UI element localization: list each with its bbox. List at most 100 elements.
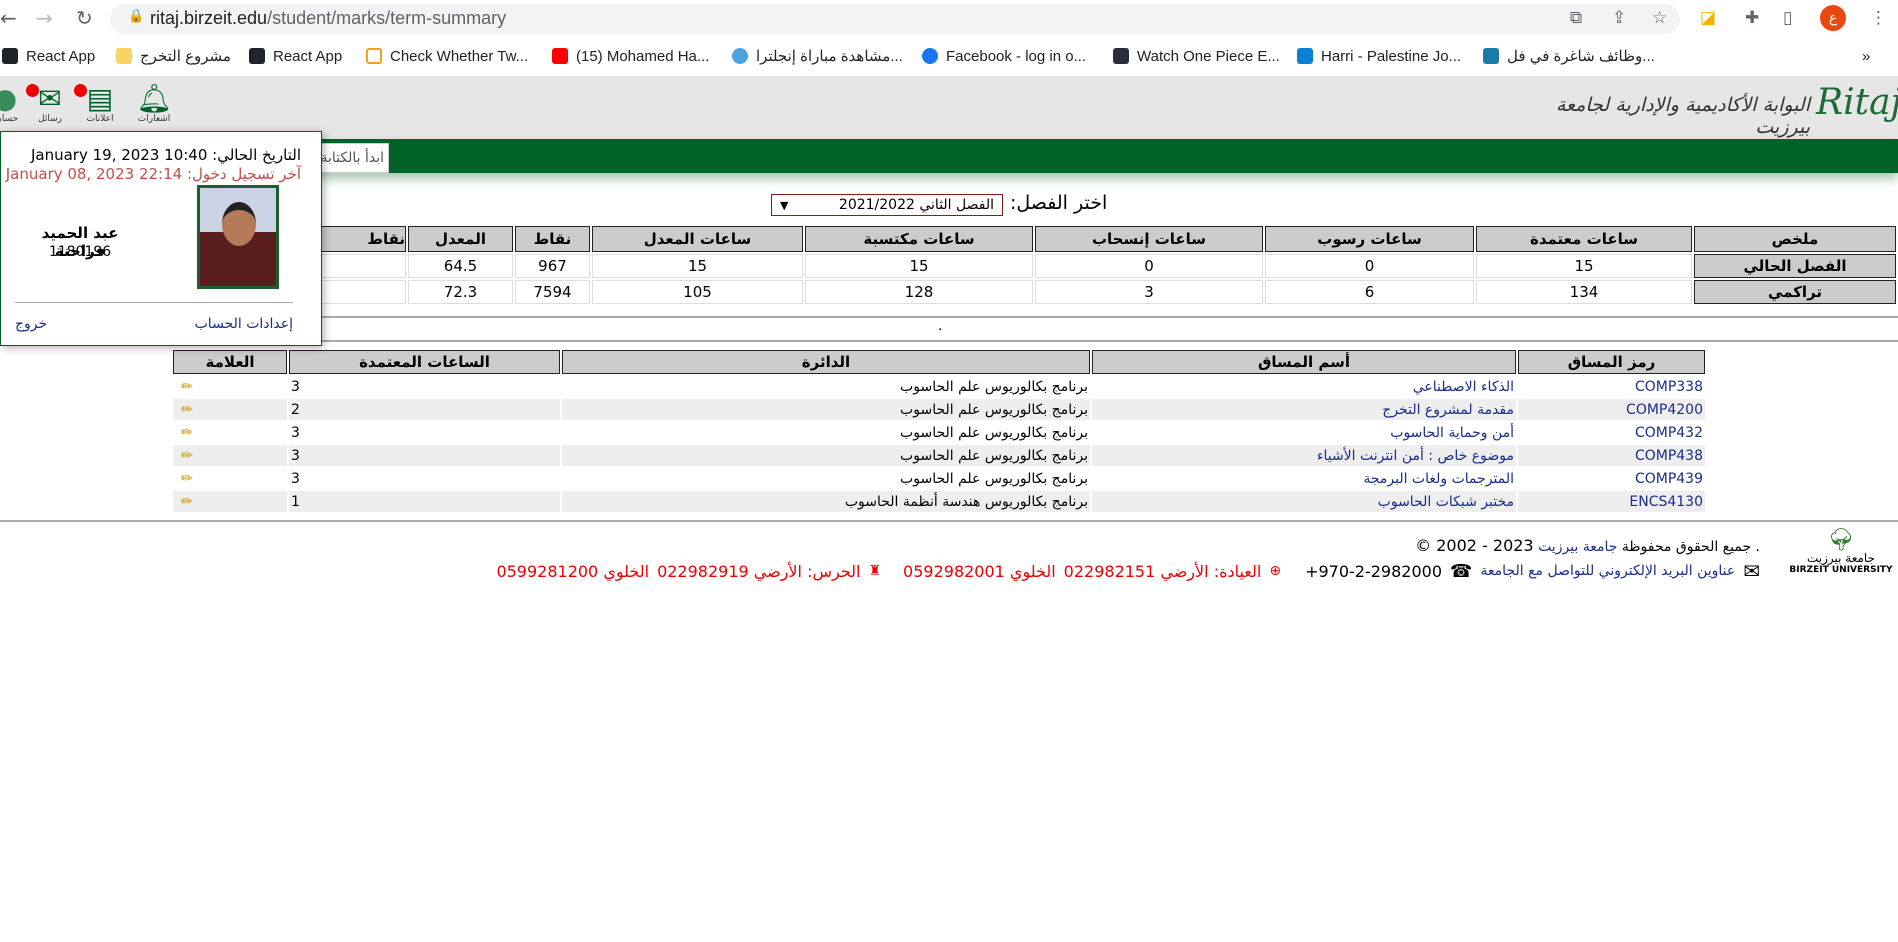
course-hours: 3 xyxy=(291,470,300,487)
account-settings-link[interactable]: إعدادات الحساب xyxy=(195,316,293,332)
column-header: أسم المساق xyxy=(1092,350,1516,374)
edit-pencil-icon[interactable]: ✏ xyxy=(173,468,287,489)
table-row: COMP338 الذكاء الاصطناعي برنامج بكالوريوس … xyxy=(173,376,1705,397)
course-name-link[interactable]: مقدمة لمشروع التخرج xyxy=(1382,402,1514,418)
reload-button[interactable]: ↻ xyxy=(76,6,93,30)
semester-select[interactable]: الفصل الثاني 2021/2022 ▼ xyxy=(771,194,1003,216)
bookmark-label: React App xyxy=(26,47,96,65)
bookmark-item[interactable]: Facebook - log in o... xyxy=(922,44,1086,68)
course-name-link[interactable]: موضوع خاص : أمن انترنت الأشياء xyxy=(1317,448,1514,464)
forward-button[interactable]: → xyxy=(36,6,53,30)
bookmark-item[interactable]: Harri - Palestine Jo... xyxy=(1297,44,1461,68)
course-name-link[interactable]: مختبر شبكات الحاسوب xyxy=(1378,494,1514,510)
course-department: برنامج بكالوريوس هندسة أنظمة الحاسوب xyxy=(562,491,1090,512)
site-icon xyxy=(732,48,748,64)
icon-label: اشعارات xyxy=(137,114,171,124)
facebook-icon xyxy=(922,48,938,64)
menu-icon[interactable]: ⋮ xyxy=(1870,8,1887,28)
edit-pencil-icon[interactable]: ✏ xyxy=(173,376,287,397)
more-bookmarks-button[interactable]: » xyxy=(1862,44,1870,68)
messages-button[interactable]: ✉ رسائل xyxy=(26,84,70,124)
course-name: مقدمة لمشروع التخرج xyxy=(1092,399,1516,420)
divider xyxy=(15,302,293,303)
share-icon[interactable]: ⇪ xyxy=(1612,8,1626,28)
extensions-puzzle-icon[interactable]: ✚ xyxy=(1745,8,1759,28)
course-department: برنامج بكالوريوس علم الحاسوب xyxy=(900,470,1088,487)
course-name-link[interactable]: المترجمات ولغات البرمجة xyxy=(1363,471,1514,487)
courses-header-row: رمز المساق أسم المساق الدائرة الساعات ال… xyxy=(173,350,1705,374)
summary-row-current: الفصل الحالي 15 0 0 15 15 967 64.5 xyxy=(302,254,1896,278)
bookmark-label: Facebook - log in o... xyxy=(946,47,1087,65)
account-button[interactable]: ●حسابي xyxy=(0,82,22,125)
divider xyxy=(300,340,1898,342)
profile-avatar[interactable]: ع xyxy=(1820,5,1846,31)
bookmark-item[interactable]: Watch One Piece E... xyxy=(1113,44,1280,68)
course-code-link[interactable]: COMP438 xyxy=(1635,448,1703,464)
course-code-link[interactable]: COMP4200 xyxy=(1626,402,1703,418)
university-link[interactable]: جامعة بيرزيت xyxy=(1538,539,1617,555)
course-code-link[interactable]: COMP439 xyxy=(1635,471,1703,487)
cell: 15 xyxy=(805,254,1033,278)
edit-pencil-icon[interactable]: ✏ xyxy=(173,491,287,512)
tree-icon: 🌳︎ xyxy=(1827,528,1855,553)
course-hours: 3 xyxy=(289,445,560,466)
bookmark-item[interactable]: وظائف شاغرة في فل... xyxy=(1483,44,1655,68)
copyright-years: © 2002 - 2023 xyxy=(1415,536,1534,555)
edit-pencil-icon[interactable]: ✏ xyxy=(173,399,287,420)
icon-label: حسابي xyxy=(0,114,19,124)
envelope-icon: ✉ xyxy=(1743,559,1760,583)
cell: 3 xyxy=(1035,280,1263,304)
course-code-link[interactable]: ENCS4130 xyxy=(1629,494,1703,510)
extension-icon[interactable]: ◪ xyxy=(1700,8,1716,28)
bookmark-item[interactable]: مشروع التخرج xyxy=(116,44,231,68)
table-row: COMP439 المترجمات ولغات البرمجة برنامج بكا… xyxy=(173,468,1705,489)
cell: 64.5 xyxy=(408,254,513,278)
lock-icon: 🔒 xyxy=(128,9,145,24)
side-panel-icon[interactable]: ▯ xyxy=(1783,8,1792,28)
announcements-button[interactable]: ▤ اعلانات xyxy=(74,84,122,124)
rights-text: . جميع الحقوق محفوظة xyxy=(1621,539,1760,555)
cell: 15 xyxy=(1476,254,1692,278)
column-header: ساعات المعدل xyxy=(592,226,803,252)
bookmark-item[interactable]: Check Whether Tw... xyxy=(366,44,528,68)
translate-icon[interactable]: ⧉ xyxy=(1570,8,1582,28)
course-name: المترجمات ولغات البرمجة xyxy=(1092,468,1516,489)
notification-badge xyxy=(26,84,39,97)
bookmark-label: Watch One Piece E... xyxy=(1137,47,1280,65)
ritaj-logo[interactable]: Ritaj xyxy=(1816,82,1898,123)
back-button[interactable]: ← xyxy=(0,6,17,30)
logout-link[interactable]: خروج xyxy=(15,316,47,332)
url-text[interactable]: ritaj.birzeit.edu/student/marks/term-sum… xyxy=(150,8,506,29)
column-header: الساعات المعتمدة xyxy=(289,350,560,374)
footer-divider xyxy=(0,520,1898,522)
bookmark-star-icon[interactable]: ☆ xyxy=(1652,8,1667,28)
chevron-down-icon: ▼ xyxy=(780,198,789,212)
bookmark-item[interactable]: React App xyxy=(249,44,342,68)
bookmark-item[interactable]: مشاهدة مباراة إنجلترا... xyxy=(732,44,903,68)
cell: 128 xyxy=(805,280,1033,304)
course-name-link[interactable]: أمن وحماية الحاسوب xyxy=(1390,425,1514,441)
edit-pencil-icon[interactable]: ✏ xyxy=(173,422,287,443)
notifications-button[interactable]: 🔔︎ اشعارات xyxy=(134,84,174,125)
guard-mobile: الخلوي 0599281200 xyxy=(496,561,650,581)
search-input[interactable]: ابدأ بالكتابة xyxy=(321,143,389,173)
bookmark-label: Harri - Palestine Jo... xyxy=(1321,47,1462,65)
user-icon: ● xyxy=(0,82,18,115)
cell: 0 xyxy=(1265,254,1474,278)
bookmark-label: وظائف شاغرة في فل... xyxy=(1507,48,1655,65)
emails-link[interactable]: عناوين البريد الإلكتروني للتواصل مع الجا… xyxy=(1480,563,1735,579)
edit-pencil-icon[interactable]: ✏ xyxy=(173,445,287,466)
column-header: ساعات مكتسبة xyxy=(805,226,1033,252)
course-code-link[interactable]: COMP432 xyxy=(1635,425,1703,441)
phone-number: +970-2-2982000 xyxy=(1305,561,1442,581)
course-department: برنامج بكالوريوس علم الحاسوب xyxy=(562,445,1090,466)
course-name-link[interactable]: الذكاء الاصطناعي xyxy=(1413,379,1514,395)
bookmark-item[interactable]: React App xyxy=(2,44,95,68)
course-code: COMP432 xyxy=(1518,422,1705,443)
birzeit-logo: 🌳︎ جامعة بيرزيت BIRZEIT UNIVERSITY xyxy=(1786,530,1896,576)
course-code-link[interactable]: COMP338 xyxy=(1635,379,1703,395)
course-name: الذكاء الاصطناعي xyxy=(1092,376,1516,397)
summary-row-cumulative: تراكمي 134 6 3 128 105 7594 72.3 xyxy=(302,280,1896,304)
bookmark-label: مشروع التخرج xyxy=(140,48,231,65)
bookmark-item[interactable]: (15) Mohamed Ha... xyxy=(552,44,709,68)
